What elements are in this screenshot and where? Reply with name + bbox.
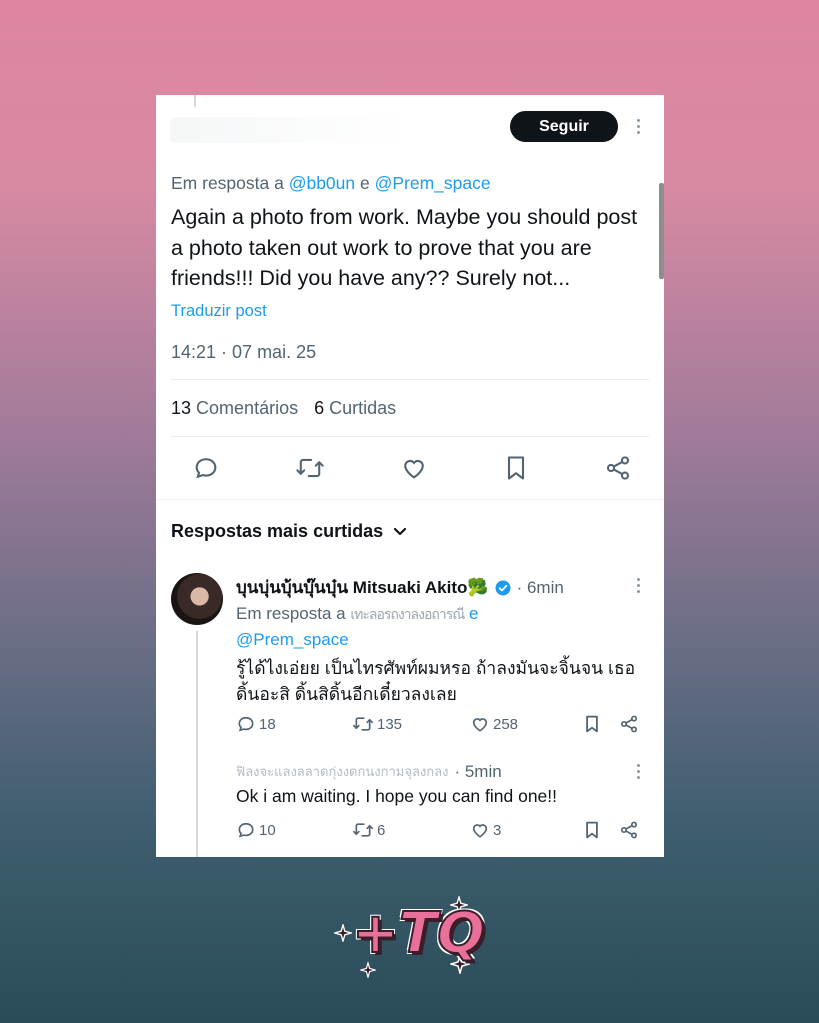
divider — [156, 499, 664, 500]
chevron-down-icon — [393, 527, 407, 535]
post-timestamp[interactable]: 14:21 · 07 mai. 25 — [171, 342, 316, 363]
reply-context: Em resposta a เทะลอรถงาลงอถารณี e @Prem_… — [236, 601, 636, 653]
repost-count: 135 — [377, 715, 403, 733]
like-button[interactable]: 258 — [470, 714, 518, 734]
post-stats: 13 Comentários 6 Curtidas — [171, 398, 396, 419]
repost-button[interactable]: 135 — [352, 714, 402, 734]
reply-author-name[interactable]: บุนบุ่นบุ้นบุ๊นบุ๋น Mitsuaki Akito🥦 — [236, 574, 489, 601]
reply-icon — [238, 716, 254, 732]
verified-badge-icon — [495, 580, 511, 595]
sticker-text: +TQ — [351, 901, 486, 966]
reply-count: 18 — [259, 715, 276, 733]
comments-stat[interactable]: 13 Comentários — [171, 398, 298, 419]
avatar[interactable] — [171, 573, 223, 625]
bookmark-icon[interactable] — [583, 714, 601, 734]
mention-link[interactable]: @Prem_space — [236, 630, 349, 649]
reply-time: · 6min — [516, 577, 564, 597]
post-text: Again a photo from work. Maybe you shoul… — [171, 205, 638, 290]
retweet-icon[interactable] — [295, 454, 325, 482]
post-action-bar — [192, 451, 632, 485]
more-options-icon[interactable] — [635, 764, 641, 779]
thread-line — [194, 95, 196, 107]
like-count: 3 — [493, 821, 502, 839]
follow-button[interactable]: Seguir — [510, 111, 618, 142]
sparkle-icon — [334, 924, 352, 942]
bookmark-icon[interactable] — [503, 454, 529, 482]
reply-conjunction: e — [355, 173, 375, 193]
reply-prefix: Em resposta a — [171, 173, 289, 193]
likes-count: 6 — [314, 398, 325, 418]
post-card: Seguir Em resposta a @bb0un e @Prem_spac… — [156, 95, 664, 857]
reply-prefix: Em resposta a — [236, 604, 351, 623]
scrollbar[interactable] — [659, 183, 664, 279]
bookmark-icon[interactable] — [583, 820, 601, 840]
retweet-icon — [353, 823, 373, 837]
mention-link[interactable]: @bb0un — [289, 173, 355, 193]
share-icon[interactable] — [604, 454, 632, 482]
translate-post-link[interactable]: Traduzir post — [171, 302, 267, 321]
like-icon — [472, 824, 488, 838]
reply-action-bar: 18 135 258 — [236, 714, 640, 736]
comments-count: 13 — [171, 398, 192, 418]
blurred-author-name: ฟิลงจะแลงลลาดกุ่งงดกนงกามจุลงกลง — [236, 764, 449, 779]
more-options-icon[interactable] — [635, 119, 641, 134]
reply-header: ฟิลงจะแลงลลาดกุ่งงดกนงกามจุลงกลง · 5min — [236, 761, 502, 782]
repost-button[interactable]: 6 — [352, 820, 385, 840]
share-icon[interactable] — [619, 714, 639, 734]
mention-link[interactable]: @Prem_space — [375, 173, 491, 193]
reply-text: Ok i am waiting. I hope you can find one… — [236, 786, 558, 806]
likes-label: Curtidas — [329, 398, 397, 418]
repost-count: 6 — [377, 821, 386, 839]
share-icon[interactable] — [619, 820, 639, 840]
reply-icon[interactable] — [192, 454, 220, 482]
likes-stat[interactable]: 6 Curtidas — [314, 398, 396, 419]
replies-sort-dropdown[interactable]: Respostas mais curtidas — [171, 521, 407, 542]
reply-icon — [238, 822, 254, 838]
reply-button[interactable]: 18 — [236, 714, 276, 734]
reply-count: 10 — [259, 821, 276, 839]
like-icon[interactable] — [400, 454, 428, 482]
reply-header: บุนบุ่นบุ้นบุ๊นบุ๋น Mitsuaki Akito🥦 · 6m… — [236, 574, 564, 601]
reply-button[interactable]: 10 — [236, 820, 276, 840]
divider — [171, 379, 649, 380]
like-icon — [472, 718, 488, 732]
logo-sticker: +TQ — [332, 896, 488, 980]
reply-time: · 5min — [454, 761, 502, 781]
replies-sort-label: Respostas mais curtidas — [171, 521, 384, 541]
like-count: 258 — [493, 715, 519, 733]
more-options-icon[interactable] — [635, 578, 641, 593]
comments-label: Comentários — [196, 398, 299, 418]
blurred-mention: เทะลอรถงาลงอถารณี — [350, 606, 465, 622]
thread-line — [196, 631, 198, 857]
reply-text: รู้ได้ไงเอ่ยย เป็นไทรศัพท์ผมหรอ ถ้าลงมัน… — [236, 658, 636, 704]
reply-action-bar: 10 6 3 — [236, 820, 640, 842]
like-button[interactable]: 3 — [470, 820, 501, 840]
divider — [171, 436, 649, 437]
retweet-icon — [353, 717, 373, 731]
blurred-author-header — [170, 117, 410, 143]
reply-conjunction: e — [464, 604, 479, 623]
reply-context: Em resposta a @bb0un e @Prem_space — [171, 173, 491, 194]
